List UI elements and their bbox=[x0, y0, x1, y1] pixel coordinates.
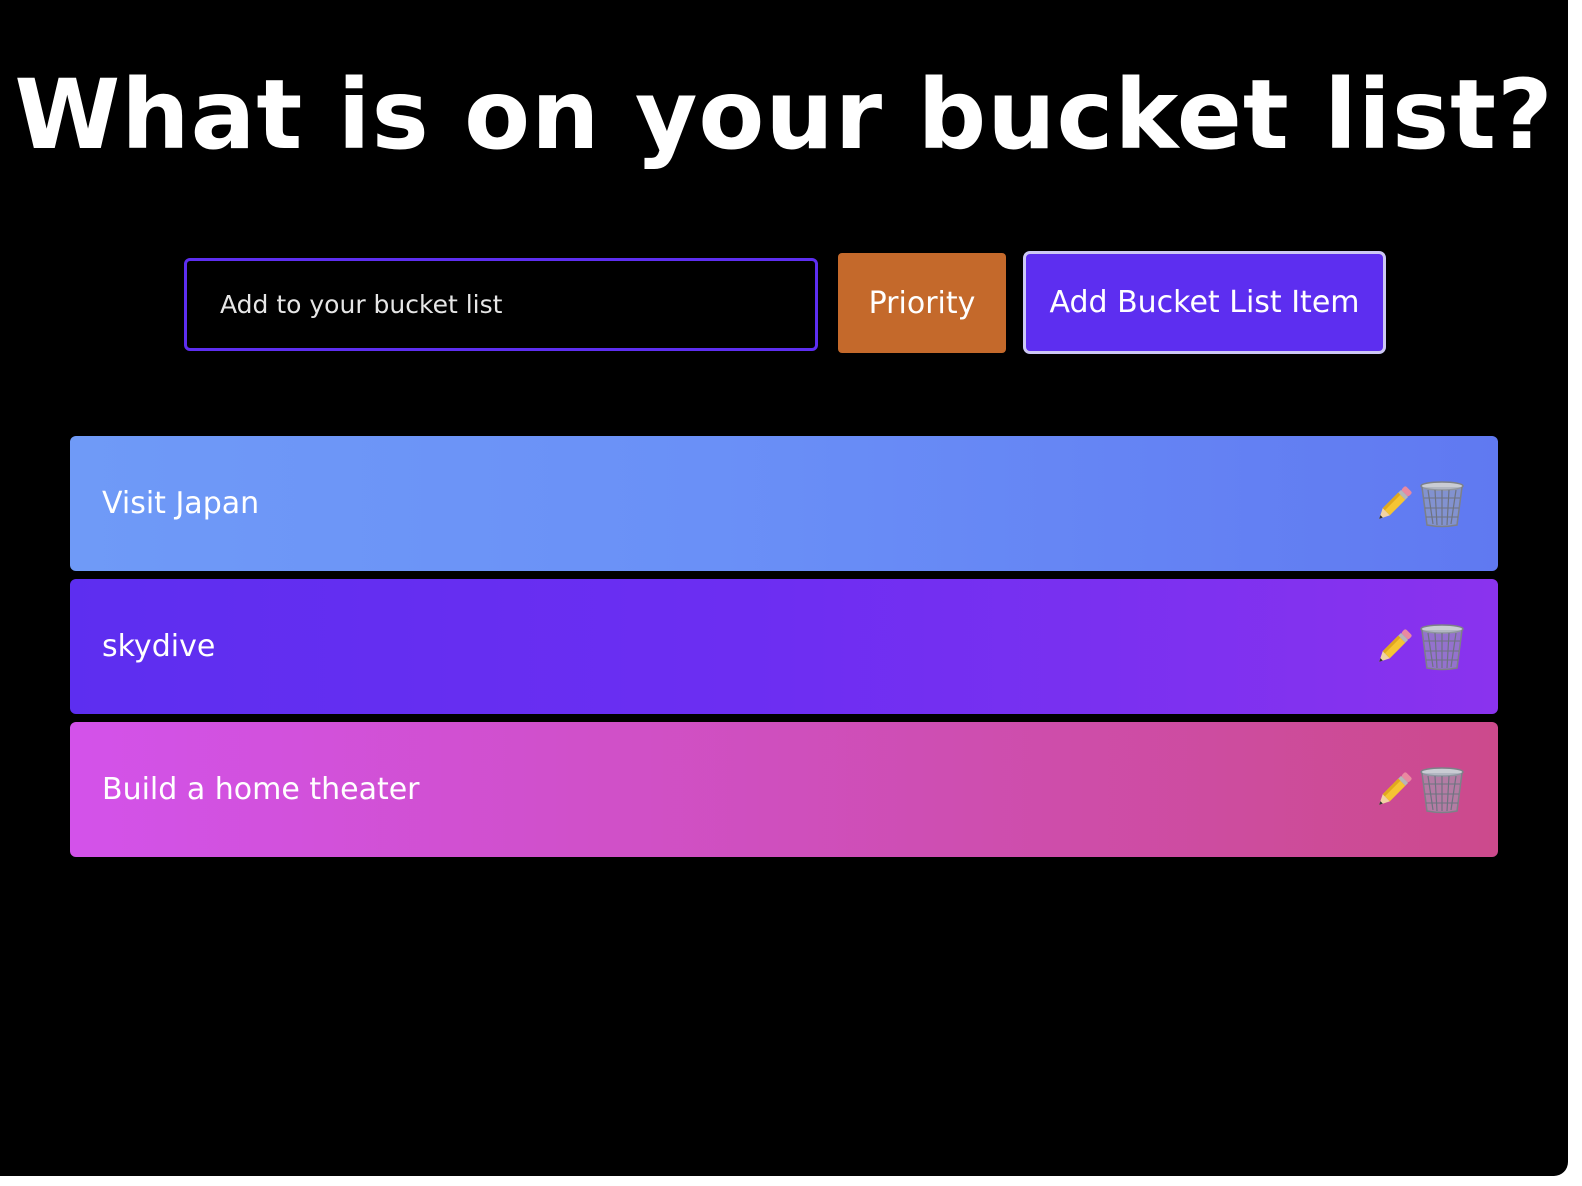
trash-icon[interactable] bbox=[1418, 766, 1466, 814]
list-item-label: Build a home theater bbox=[102, 772, 420, 807]
bucket-list-input[interactable] bbox=[187, 261, 815, 348]
list-item: skydive bbox=[70, 579, 1498, 714]
list-item: Build a home theater bbox=[70, 722, 1498, 857]
pencil-icon[interactable] bbox=[1370, 623, 1418, 671]
bucket-list-input-wrapper bbox=[184, 258, 818, 351]
bucket-list: Visit Japan skydive Build a home theater bbox=[70, 436, 1498, 865]
priority-button[interactable]: Priority bbox=[838, 253, 1006, 353]
trash-icon[interactable] bbox=[1418, 623, 1466, 671]
list-item-actions bbox=[1370, 622, 1466, 672]
pencil-icon[interactable] bbox=[1370, 766, 1418, 814]
add-item-form: Priority Add Bucket List Item bbox=[0, 251, 1568, 354]
trash-icon[interactable] bbox=[1418, 480, 1466, 528]
add-bucket-list-item-button[interactable]: Add Bucket List Item bbox=[1023, 251, 1386, 354]
pencil-icon[interactable] bbox=[1370, 480, 1418, 528]
list-item-label: Visit Japan bbox=[102, 486, 260, 521]
page-title: What is on your bucket list? bbox=[14, 59, 1554, 171]
list-item-actions bbox=[1370, 765, 1466, 815]
list-item-label: skydive bbox=[102, 629, 216, 664]
bucket-list-app: What is on your bucket list? Priority Ad… bbox=[0, 0, 1568, 1176]
list-item-actions bbox=[1370, 479, 1466, 529]
list-item: Visit Japan bbox=[70, 436, 1498, 571]
